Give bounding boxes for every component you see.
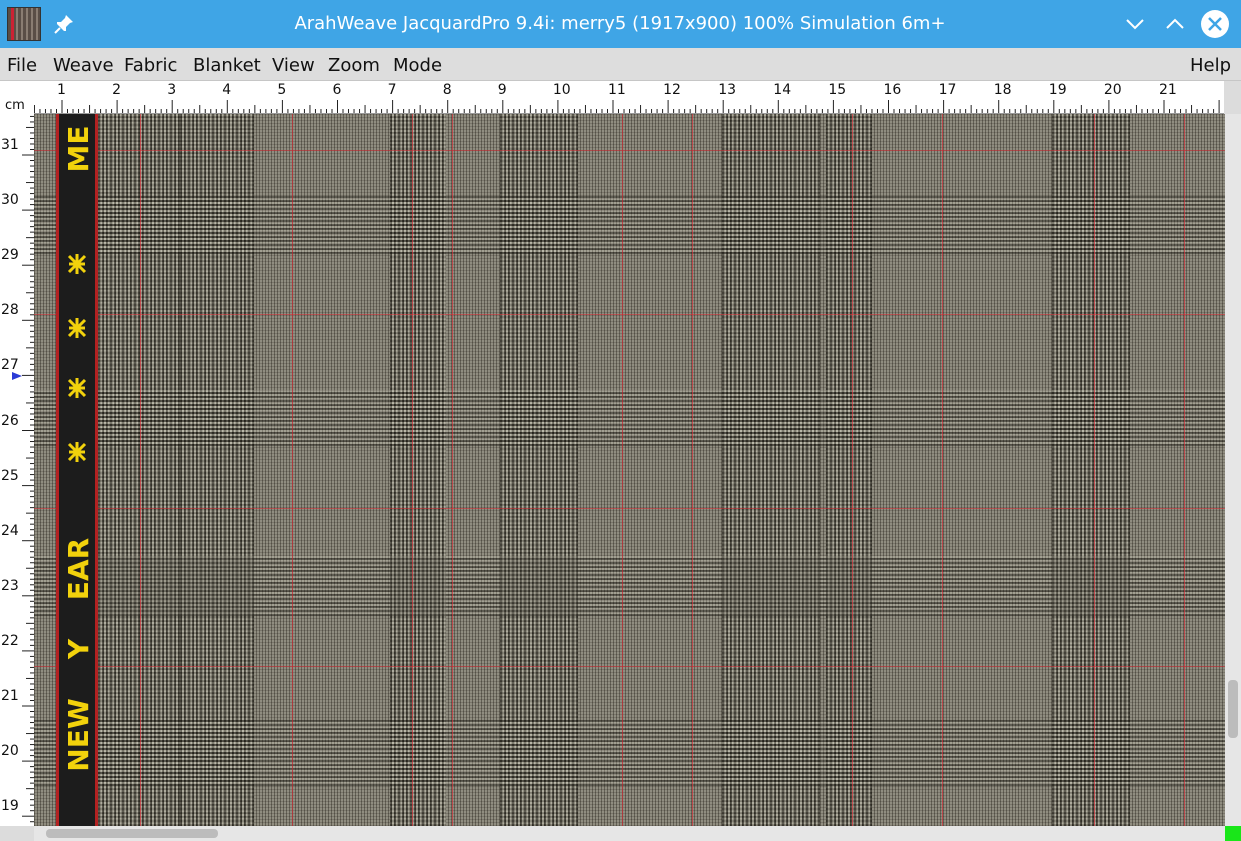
fabric-simulation-canvas[interactable]: ME EAR Y NEW bbox=[34, 114, 1225, 826]
red-overcheck-line bbox=[852, 114, 853, 826]
status-indicator bbox=[1225, 826, 1241, 841]
ruler-label-x: 13 bbox=[718, 82, 737, 98]
ruler-label-x: 7 bbox=[387, 82, 397, 98]
menu-help[interactable]: Help bbox=[1190, 55, 1231, 76]
red-overcheck-line bbox=[34, 666, 1225, 667]
check-band bbox=[34, 556, 1225, 616]
app-icon[interactable] bbox=[7, 7, 41, 41]
red-overcheck-line bbox=[452, 114, 453, 826]
selvedge-text-new: NEW bbox=[62, 698, 95, 772]
ruler-label-x: 2 bbox=[112, 82, 122, 98]
ruler-label-x: 11 bbox=[608, 82, 626, 98]
vertical-scrollbar-thumb[interactable] bbox=[1228, 680, 1238, 738]
ruler-label-x: 6 bbox=[332, 82, 342, 98]
selvedge-text-mid: EAR bbox=[62, 537, 95, 601]
selvedge-ribbon: ME EAR Y NEW bbox=[56, 114, 98, 826]
menu-fabric[interactable]: Fabric bbox=[124, 55, 177, 76]
ruler-label-x: 18 bbox=[993, 82, 1012, 98]
ruler-label-y: 29 bbox=[1, 247, 19, 264]
red-overcheck-line bbox=[292, 114, 293, 826]
ruler-label-y: 21 bbox=[1, 688, 19, 704]
ruler-label-y: 25 bbox=[1, 467, 19, 484]
check-band bbox=[34, 390, 1225, 446]
ruler-label-y: 24 bbox=[1, 522, 19, 539]
ruler-label-y: 28 bbox=[1, 302, 19, 319]
ruler-label-x: 17 bbox=[938, 82, 957, 98]
ruler-label-y: 20 bbox=[1, 743, 19, 760]
close-button[interactable] bbox=[1201, 10, 1229, 38]
ruler-label-y: 27 bbox=[1, 357, 19, 374]
red-overcheck-line bbox=[140, 114, 141, 826]
check-band bbox=[34, 720, 1225, 786]
ruler-label-x: 3 bbox=[167, 82, 177, 98]
ruler-label-y: 30 bbox=[1, 192, 19, 209]
menu-blanket[interactable]: Blanket bbox=[193, 55, 261, 76]
menu-mode[interactable]: Mode bbox=[393, 55, 442, 76]
window-title: ArahWeave JacquardPro 9.4i: merry5 (1917… bbox=[294, 13, 946, 34]
ruler-label-y: 22 bbox=[1, 632, 19, 649]
star-ornament-icon bbox=[67, 318, 87, 338]
ruler-unit-label: cm bbox=[5, 98, 25, 113]
selvedge-border-left bbox=[56, 114, 59, 826]
red-overcheck-line bbox=[34, 314, 1225, 315]
ruler-label-y: 26 bbox=[1, 412, 19, 429]
ruler-label-y: 31 bbox=[1, 137, 19, 153]
ruler-label-y: 19 bbox=[1, 798, 19, 815]
ruler-label-x: 16 bbox=[883, 82, 902, 98]
ruler-label-x: 4 bbox=[222, 82, 232, 98]
horizontal-scrollbar-thumb[interactable] bbox=[46, 829, 218, 838]
ruler-label-x: 14 bbox=[773, 82, 792, 98]
red-overcheck-line bbox=[622, 114, 623, 826]
red-overcheck-line bbox=[412, 114, 413, 826]
vertical-scrollbar[interactable] bbox=[1225, 114, 1241, 826]
pin-icon[interactable] bbox=[52, 12, 76, 36]
ruler-label-x: 10 bbox=[552, 82, 571, 98]
arahweave-window: ArahWeave JacquardPro 9.4i: merry5 (1917… bbox=[0, 0, 1241, 841]
menu-weave[interactable]: Weave bbox=[53, 55, 114, 76]
red-overcheck-line bbox=[692, 114, 693, 826]
selvedge-text-top: ME bbox=[62, 125, 95, 173]
ruler-label-y: 23 bbox=[1, 577, 19, 594]
position-marker-icon bbox=[12, 372, 22, 380]
red-overcheck-line bbox=[942, 114, 943, 826]
red-overcheck-line bbox=[34, 150, 1225, 151]
ruler-label-x: 20 bbox=[1103, 82, 1122, 98]
star-ornament-icon bbox=[67, 254, 87, 274]
red-overcheck-line bbox=[34, 508, 1225, 509]
chevron-up-icon[interactable] bbox=[1161, 10, 1189, 38]
ruler-label-x: 8 bbox=[442, 82, 452, 98]
menu-file[interactable]: File bbox=[7, 55, 37, 76]
star-ornament-icon bbox=[67, 378, 87, 398]
star-ornament-icon bbox=[67, 442, 87, 462]
horizontal-scrollbar[interactable] bbox=[34, 826, 1225, 841]
check-band bbox=[34, 196, 1225, 254]
menu-view[interactable]: View bbox=[272, 55, 315, 76]
horizontal-ruler bbox=[34, 81, 1224, 114]
ruler-label-x: 1 bbox=[57, 82, 66, 98]
selvedge-text-year: Y bbox=[62, 638, 95, 660]
ruler-label-x: 9 bbox=[497, 82, 507, 98]
chevron-down-icon[interactable] bbox=[1121, 10, 1149, 38]
red-overcheck-line bbox=[1184, 114, 1185, 826]
ruler-label-x: 5 bbox=[277, 82, 287, 98]
close-icon bbox=[1208, 17, 1222, 31]
ruler-label-x: 21 bbox=[1159, 82, 1177, 98]
title-bar: ArahWeave JacquardPro 9.4i: merry5 (1917… bbox=[0, 0, 1241, 48]
ruler-label-x: 19 bbox=[1048, 82, 1067, 98]
red-overcheck-line bbox=[1094, 114, 1095, 826]
ruler-label-x: 15 bbox=[828, 82, 847, 98]
ruler-label-x: 12 bbox=[663, 82, 681, 98]
selvedge-border-right bbox=[95, 114, 98, 826]
menu-bar: File Weave Fabric Blanket View Zoom Mode… bbox=[0, 48, 1241, 81]
menu-zoom[interactable]: Zoom bbox=[328, 55, 380, 76]
